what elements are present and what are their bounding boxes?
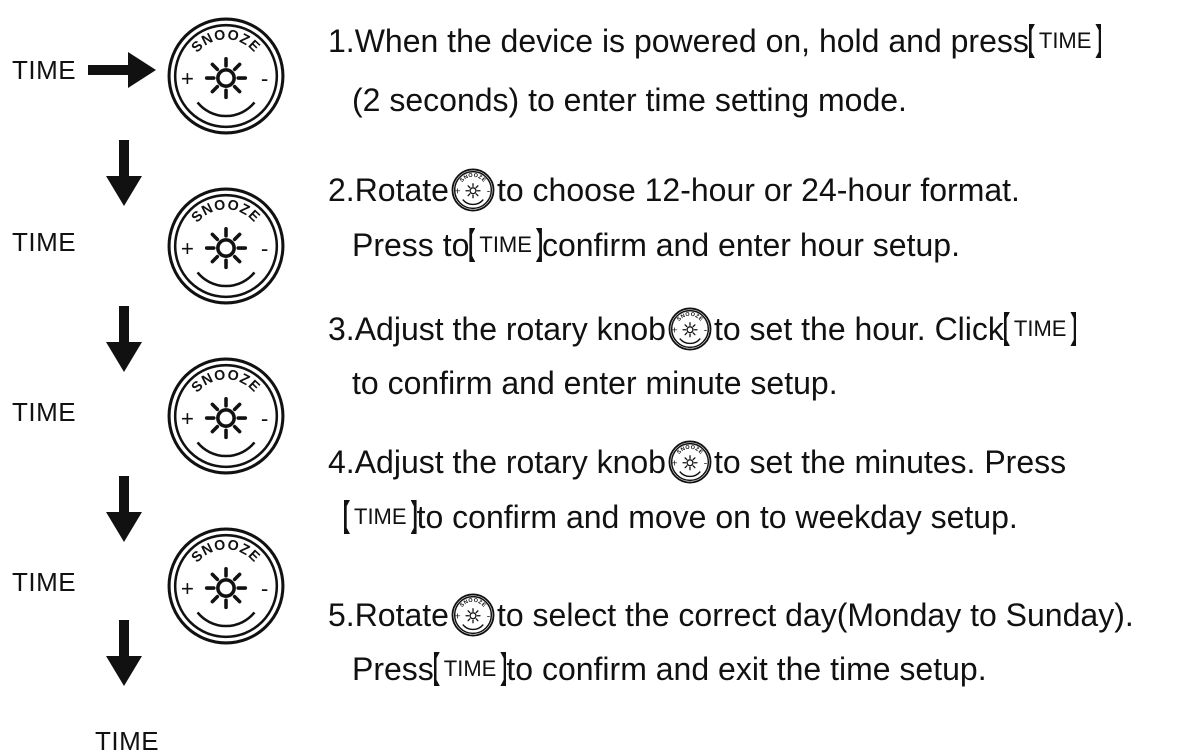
time-label-3: TIME bbox=[12, 397, 77, 427]
time-label-1: TIME bbox=[12, 55, 77, 85]
knob-plus-label: + bbox=[181, 66, 194, 91]
knob-minus-label: - bbox=[704, 458, 707, 469]
time-key-label: TIME bbox=[1029, 24, 1102, 58]
step-1-line-2: (2 seconds) to enter time setting mode. bbox=[352, 84, 907, 116]
time-key-label: TIME bbox=[469, 228, 542, 262]
knob-plus-label: + bbox=[672, 458, 678, 469]
step-1-text-cont: (2 seconds) to enter time setting mode. bbox=[352, 82, 907, 118]
knob-plus-label: + bbox=[181, 236, 194, 261]
knob-minus-label: - bbox=[261, 576, 268, 601]
step-2-line-2: Press to TIME confirm and enter hour set… bbox=[352, 228, 960, 262]
knob-plus-label: + bbox=[181, 576, 194, 601]
step-5-text-b: to select the correct day(Monday to Sund… bbox=[496, 597, 1134, 633]
step-3-text: 3.Adjust the rotary knob bbox=[328, 311, 666, 347]
snooze-knob-icon: SNOOZE + - bbox=[451, 168, 495, 212]
step-2-line-1: 2.Rotate SNOOZE + - to choose 12-hour or… bbox=[328, 168, 1020, 212]
arrow-down-icon bbox=[106, 620, 142, 686]
time-label-5: TIME bbox=[95, 726, 160, 756]
knob-plus-label: + bbox=[181, 406, 194, 431]
knob-minus-label: - bbox=[261, 236, 268, 261]
snooze-knob-icon: SNOOZE + - bbox=[167, 187, 285, 305]
knob-minus-label: - bbox=[487, 611, 490, 622]
step-2-text-cont: Press to bbox=[352, 227, 470, 263]
step-3-line-2: to confirm and enter minute setup. bbox=[352, 367, 838, 399]
snooze-knob-icon: SNOOZE + - bbox=[668, 307, 712, 351]
knob-minus-label: - bbox=[261, 66, 268, 91]
time-key-label: TIME bbox=[344, 500, 417, 534]
step-1-text: 1.When the device is powered on, hold an… bbox=[328, 23, 1029, 59]
step-5-text-cont-b: to confirm and exit the time setup. bbox=[506, 651, 987, 687]
arrow-down-icon bbox=[106, 306, 142, 372]
step-3-text-b: to set the hour. Click bbox=[713, 311, 1004, 347]
step-3-text-cont: to confirm and enter minute setup. bbox=[352, 365, 838, 401]
step-3-line-1: 3.Adjust the rotary knob SNOOZE + - to s… bbox=[328, 307, 1076, 351]
step-2-text-cont-b: confirm and enter hour setup. bbox=[541, 227, 960, 263]
knob-plus-label: + bbox=[455, 186, 461, 197]
knob-plus-label: + bbox=[455, 611, 461, 622]
snooze-knob-icon: SNOOZE + - bbox=[167, 357, 285, 475]
step-4-line-1: 4.Adjust the rotary knob SNOOZE + - to s… bbox=[328, 440, 1066, 484]
snooze-knob-icon: SNOOZE + - bbox=[167, 527, 285, 645]
snooze-knob-icon: SNOOZE + - bbox=[668, 440, 712, 484]
arrow-right-icon bbox=[88, 52, 156, 88]
step-4-text-cont: to confirm and move on to weekday setup. bbox=[416, 499, 1018, 535]
time-label-2: TIME bbox=[12, 227, 77, 257]
snooze-knob-icon: SNOOZE + - bbox=[167, 17, 285, 135]
snooze-knob-icon: SNOOZE + - bbox=[451, 593, 495, 637]
knob-minus-label: - bbox=[704, 325, 707, 336]
step-1-line-1: 1.When the device is powered on, hold an… bbox=[328, 24, 1101, 58]
time-key-label: TIME bbox=[1004, 312, 1077, 346]
time-key-label: TIME bbox=[434, 652, 507, 686]
step-5-line-1: 5.Rotate SNOOZE + - to select the correc… bbox=[328, 593, 1134, 637]
step-4-text-b: to set the minutes. Press bbox=[713, 444, 1067, 480]
step-4-text: 4.Adjust the rotary knob bbox=[328, 444, 666, 480]
arrow-down-icon bbox=[106, 140, 142, 206]
knob-plus-label: + bbox=[672, 325, 678, 336]
step-5-text: 5.Rotate bbox=[328, 597, 449, 633]
step-4-line-2: TIME to confirm and move on to weekday s… bbox=[344, 500, 1018, 534]
arrow-down-icon bbox=[106, 476, 142, 542]
step-2-text-b: to choose 12-hour or 24-hour format. bbox=[496, 172, 1020, 208]
step-5-text-cont: Press bbox=[352, 651, 434, 687]
step-2-text: 2.Rotate bbox=[328, 172, 449, 208]
step-5-line-2: Press TIME to confirm and exit the time … bbox=[352, 652, 987, 686]
knob-minus-label: - bbox=[487, 186, 490, 197]
time-label-4: TIME bbox=[12, 567, 77, 597]
knob-minus-label: - bbox=[261, 406, 268, 431]
